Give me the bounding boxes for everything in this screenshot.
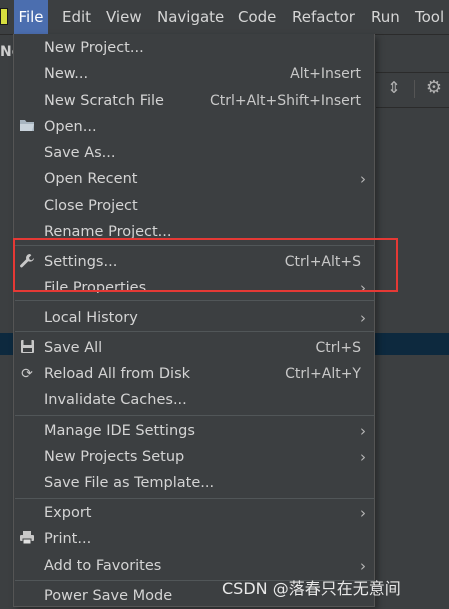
menu-divider [15, 331, 375, 332]
reload-icon: ⟳ [21, 366, 33, 382]
collapse-all-icon[interactable]: ⇕ [384, 78, 404, 98]
menu-item-reload-all[interactable]: ⟳ Reload All from Disk Ctrl+Alt+Y [14, 361, 374, 387]
menu-file[interactable]: File [14, 0, 48, 34]
chevron-right-icon: › [360, 504, 366, 522]
floppy-icon [18, 339, 36, 357]
menu-navigate[interactable]: Navigate [155, 0, 226, 34]
menu-item-new[interactable]: New... Alt+Insert [14, 61, 374, 87]
chevron-right-icon: › [360, 422, 366, 440]
shortcut-label: Ctrl+Alt+Shift+Insert [209, 93, 361, 109]
menu-item-open-recent[interactable]: Open Recent › [14, 166, 374, 192]
annotation-highlight-box [13, 238, 398, 292]
chevron-right-icon: › [360, 170, 366, 188]
menu-item-local-history[interactable]: Local History › [14, 305, 374, 331]
menu-item-open[interactable]: Open... [14, 114, 374, 140]
folder-icon [18, 118, 36, 136]
menu-run[interactable]: Run [369, 0, 402, 34]
toolbar-separator [414, 80, 415, 98]
file-menu-dropdown: New Project... New... Alt+Insert New Scr… [13, 34, 375, 607]
menu-item-new-scratch-file[interactable]: New Scratch File Ctrl+Alt+Shift+Insert [14, 88, 374, 114]
printer-icon [18, 530, 36, 548]
menu-tools[interactable]: Tool [413, 0, 446, 34]
menu-item-close-project[interactable]: Close Project [14, 193, 374, 219]
menu-divider [15, 300, 375, 301]
chevron-right-icon: › [360, 448, 366, 466]
shortcut-label: Ctrl+Alt+Y [285, 366, 361, 382]
menu-edit[interactable]: Edit [60, 0, 93, 34]
chevron-right-icon: › [360, 309, 366, 327]
menu-bar: File Edit View Navigate Code Refactor Ru… [0, 0, 449, 35]
menu-refactor[interactable]: Refactor [290, 0, 357, 34]
menu-divider [15, 498, 375, 499]
menu-item-manage-ide-settings[interactable]: Manage IDE Settings › [14, 418, 374, 444]
menu-item-invalidate-caches[interactable]: Invalidate Caches... [14, 387, 374, 413]
menu-item-save-all[interactable]: Save All Ctrl+S [14, 335, 374, 361]
watermark-text: CSDN @落春只在无意间 [222, 579, 401, 598]
shortcut-label: Alt+Insert [290, 66, 361, 82]
menu-item-export[interactable]: Export › [14, 500, 374, 526]
menu-view[interactable]: View [104, 0, 144, 34]
gear-icon[interactable]: ⚙ [424, 78, 444, 98]
menu-item-new-projects-setup[interactable]: New Projects Setup › [14, 444, 374, 470]
menu-divider [15, 415, 375, 416]
menu-item-new-project[interactable]: New Project... [14, 35, 374, 61]
menu-item-save-file-as-template[interactable]: Save File as Template... [14, 470, 374, 496]
app-logo-icon [0, 8, 8, 25]
menu-code[interactable]: Code [236, 0, 278, 34]
left-tool-strip [0, 34, 13, 607]
menu-item-print[interactable]: Print... [14, 526, 374, 552]
shortcut-label: Ctrl+S [315, 340, 361, 356]
menu-item-save-as[interactable]: Save As... [14, 140, 374, 166]
